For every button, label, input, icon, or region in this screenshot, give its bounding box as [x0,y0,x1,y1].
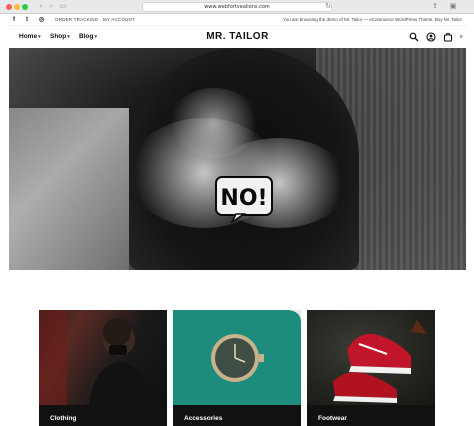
top-bar: f t ◎ ORDER TRACKING MY ACCOUNT You are … [9,14,466,26]
categories-section: Clothing Accessories Footwear [9,270,466,426]
search-icon[interactable] [409,32,419,42]
clothing-image [39,310,167,405]
category-label: Footwear [318,415,347,422]
sneakers-illustration [333,320,427,403]
facebook-icon[interactable]: f [13,16,15,24]
smoke [169,88,259,158]
twitter-icon[interactable]: t [26,16,28,24]
category-label: Clothing [50,415,77,422]
zoom-window-button[interactable] [22,4,28,10]
cart-icon[interactable] [443,32,453,42]
category-label: Accessories [184,415,223,422]
minimize-window-button[interactable] [14,4,20,10]
address-bar[interactable]: www.webfortvealions.com [142,2,332,12]
order-tracking-link[interactable]: ORDER TRACKING [55,17,98,23]
site-logo[interactable]: MR. TAILOR [9,31,466,42]
close-window-button[interactable] [6,4,12,10]
footwear-image [307,310,435,405]
forward-icon[interactable]: › [46,3,56,11]
hero-background-light [9,108,129,270]
share-icon[interactable]: ⇪ [430,3,440,11]
watch-illustration [211,310,301,382]
sidebar-icon[interactable]: ▭ [58,3,68,11]
demo-notice: You are browsing the demo of Mr. Tailor … [283,17,462,22]
accessories-image [173,310,301,405]
cart-count: 0 [460,34,463,39]
category-card-footwear[interactable]: Footwear [307,310,435,426]
category-label-bar: Footwear [307,405,435,426]
user-icon[interactable] [426,32,436,42]
no-speech-bubble-logo: NO! [215,176,273,223]
tabs-icon[interactable]: ▣ [448,3,458,11]
hero-banner[interactable]: NO! [9,48,466,270]
my-account-link[interactable]: MY ACCOUNT [103,17,135,23]
reload-icon[interactable]: ↻ [323,3,333,11]
instagram-icon[interactable]: ◎ [39,16,44,24]
category-label-bar: Accessories [173,405,301,426]
back-icon[interactable]: ‹ [36,3,46,11]
category-card-clothing[interactable]: Clothing [39,310,167,426]
category-card-accessories[interactable]: Accessories [173,310,301,426]
sign-text: NO! [220,186,267,211]
url-text: www.webfortvealions.com [204,4,270,10]
person-silhouette [39,310,154,405]
category-label-bar: Clothing [39,405,167,426]
site-header: Home▾ Shop▾ Blog▾ MR. TAILOR 0 [9,26,466,48]
browser-toolbar: ‹ › ▭ www.webfortvealions.com ↻ ⇪ ▣ [0,0,474,14]
